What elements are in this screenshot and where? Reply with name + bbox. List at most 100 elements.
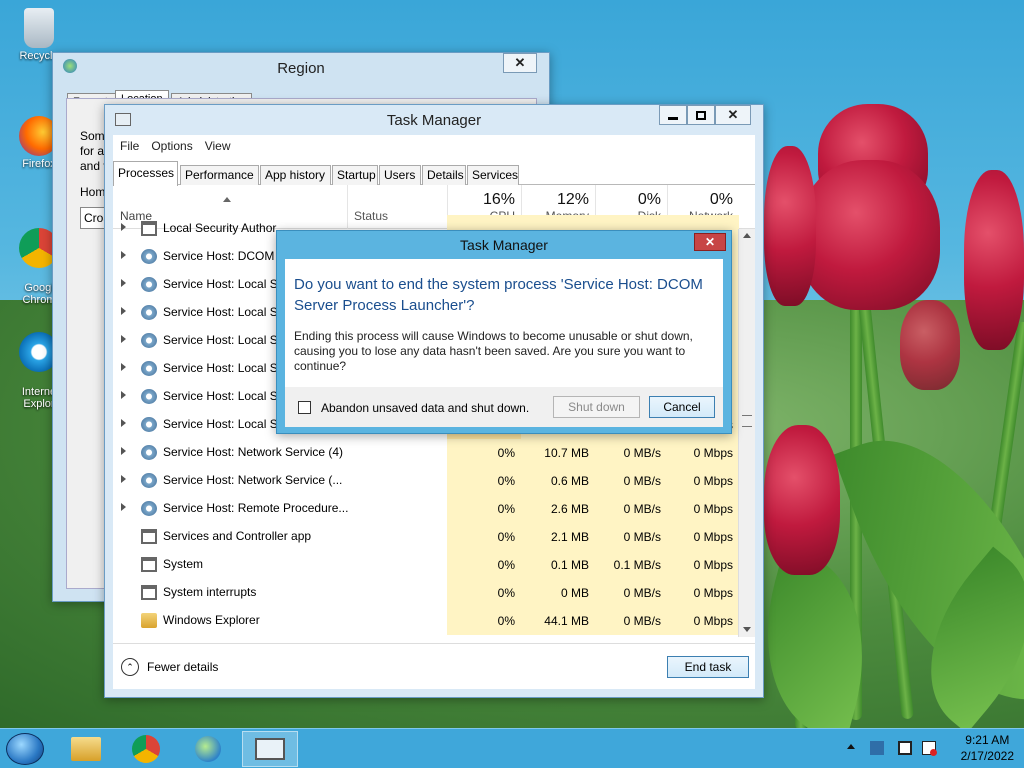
expand-arrow-icon[interactable] (121, 391, 126, 399)
error-badge-icon (930, 749, 937, 756)
shut-down-button[interactable]: Shut down (553, 396, 640, 418)
abandon-data-label[interactable]: Abandon unsaved data and shut down. (321, 401, 529, 415)
process-cpu: 0% (447, 467, 521, 495)
task-manager-footer: ⌃ Fewer details End task (113, 643, 755, 689)
minimize-button[interactable] (659, 105, 687, 125)
system-clock[interactable]: 9:21 AM 2/17/2022 (961, 732, 1014, 764)
fewer-details-toggle[interactable]: ⌃ Fewer details (121, 658, 218, 676)
expand-arrow-icon[interactable] (121, 419, 126, 427)
process-row[interactable]: Service Host: Remote Procedure... 0% 2.6 M… (113, 495, 739, 523)
tab-details[interactable]: Details (422, 165, 466, 185)
process-name: Service Host: Local Se (163, 361, 285, 375)
process-name: Service Host: DCOM S (163, 249, 286, 263)
task-manager-close-button[interactable]: ✕ (715, 105, 751, 125)
process-disk: 0 MB/s (595, 439, 667, 467)
globe-icon (195, 736, 221, 762)
expand-arrow-icon[interactable] (121, 447, 126, 455)
dialog-close-button[interactable]: ✕ (694, 233, 726, 251)
recycle-bin-icon (24, 8, 54, 48)
process-row[interactable]: Windows Explorer 0% 44.1 MB 0 MB/s 0 Mbps (113, 607, 739, 635)
cancel-button[interactable]: Cancel (649, 396, 715, 418)
end-process-dialog: Task Manager ✕ Do you want to end the sy… (276, 230, 732, 434)
expand-arrow-icon[interactable] (121, 279, 126, 287)
process-row[interactable]: Service Host: Network Service (... 0% 0.6 … (113, 467, 739, 495)
expand-arrow-icon[interactable] (121, 503, 126, 511)
network-icon[interactable] (898, 741, 912, 755)
show-hidden-icons[interactable] (847, 744, 855, 749)
process-disk: 0 MB/s (595, 467, 667, 495)
task-manager-title: Task Manager (386, 111, 482, 129)
process-cpu: 0% (447, 579, 521, 607)
application-icon (141, 529, 157, 544)
process-disk: 0 MB/s (595, 579, 667, 607)
menu-options[interactable]: Options (151, 139, 192, 153)
tab-users[interactable]: Users (379, 165, 421, 185)
home-location-label: Hom (80, 185, 106, 199)
process-mem: 2.6 MB (521, 495, 595, 523)
clock-date: 2/17/2022 (960, 749, 1014, 763)
process-name: Service Host: Local Se (163, 333, 285, 347)
network-total: 0% (709, 191, 733, 208)
tab-processes[interactable]: Processes (113, 161, 178, 186)
taskbar-file-explorer[interactable] (58, 731, 114, 767)
process-cpu: 0% (447, 551, 521, 579)
service-gear-icon (141, 445, 157, 460)
taskbar-chrome[interactable] (118, 731, 174, 767)
process-name: Service Host: Local Se (163, 305, 285, 319)
dialog-titlebar[interactable]: Task Manager ✕ (277, 231, 731, 259)
dialog-title: Task Manager (460, 237, 548, 253)
tab-performance[interactable]: Performance (180, 165, 259, 185)
process-net: 0 Mbps (667, 551, 739, 579)
dialog-question: Do you want to end the system process 'S… (294, 276, 703, 314)
process-row[interactable]: Services and Controller app 0% 2.1 MB 0 MB/… (113, 523, 739, 551)
vertical-scrollbar[interactable] (738, 229, 755, 637)
process-row[interactable]: Service Host: Network Service (4) 0% 10.7 … (113, 439, 739, 467)
maximize-button[interactable] (687, 105, 715, 125)
sort-up-icon (223, 197, 231, 202)
scroll-thumb[interactable] (742, 415, 752, 427)
expand-arrow-icon[interactable] (121, 307, 126, 315)
expand-arrow-icon[interactable] (121, 335, 126, 343)
process-row[interactable]: System interrupts 0% 0 MB 0 MB/s 0 Mbps (113, 579, 739, 607)
folder-icon (141, 613, 157, 628)
expand-arrow-icon[interactable] (121, 251, 126, 259)
process-name: Windows Explorer (163, 613, 260, 627)
expand-arrow-icon[interactable] (121, 223, 126, 231)
service-gear-icon (141, 361, 157, 376)
expand-arrow-icon[interactable] (121, 475, 126, 483)
process-row[interactable]: System 0% 0.1 MB 0.1 MB/s 0 Mbps (113, 551, 739, 579)
process-disk: 0 MB/s (595, 607, 667, 635)
menu-bar: File Options View (113, 135, 755, 157)
menu-view[interactable]: View (205, 139, 231, 153)
task-manager-titlebar[interactable]: Task Manager ✕ (105, 105, 763, 135)
dialog-message: Ending this process will cause Windows t… (294, 329, 693, 373)
process-name: Service Host: Network Service (4) (163, 445, 344, 459)
scroll-up-icon[interactable] (743, 233, 751, 238)
region-titlebar[interactable]: Region ✕ (53, 53, 549, 83)
chrome-icon (132, 735, 160, 763)
process-name: Services and Controller app (163, 529, 312, 543)
region-close-button[interactable]: ✕ (503, 53, 537, 73)
process-name: Service Host: Remote Procedure... (163, 501, 349, 515)
abandon-data-checkbox[interactable] (298, 401, 311, 414)
flag-icon[interactable] (922, 741, 937, 756)
tab-services[interactable]: Services (467, 165, 519, 185)
minimize-icon (668, 116, 678, 120)
taskbar-region[interactable] (180, 731, 236, 767)
start-button[interactable] (6, 733, 44, 765)
service-gear-icon (141, 501, 157, 516)
expand-arrow-icon[interactable] (121, 363, 126, 371)
process-disk: 0 MB/s (595, 523, 667, 551)
tray-action-center-icon[interactable] (870, 741, 884, 755)
menu-file[interactable]: File (120, 139, 139, 153)
memory-total: 12% (556, 191, 589, 208)
tab-startup[interactable]: Startup (332, 165, 378, 185)
tab-app-history[interactable]: App history (260, 165, 331, 185)
end-task-button[interactable]: End task (667, 656, 749, 678)
scroll-down-icon[interactable] (743, 627, 751, 632)
tab-strip: Processes Performance App history Startu… (113, 159, 755, 186)
process-cpu: 0% (447, 607, 521, 635)
globe-icon (63, 59, 77, 73)
taskbar-task-manager[interactable] (242, 731, 298, 767)
chevron-up-icon: ⌃ (121, 658, 139, 676)
